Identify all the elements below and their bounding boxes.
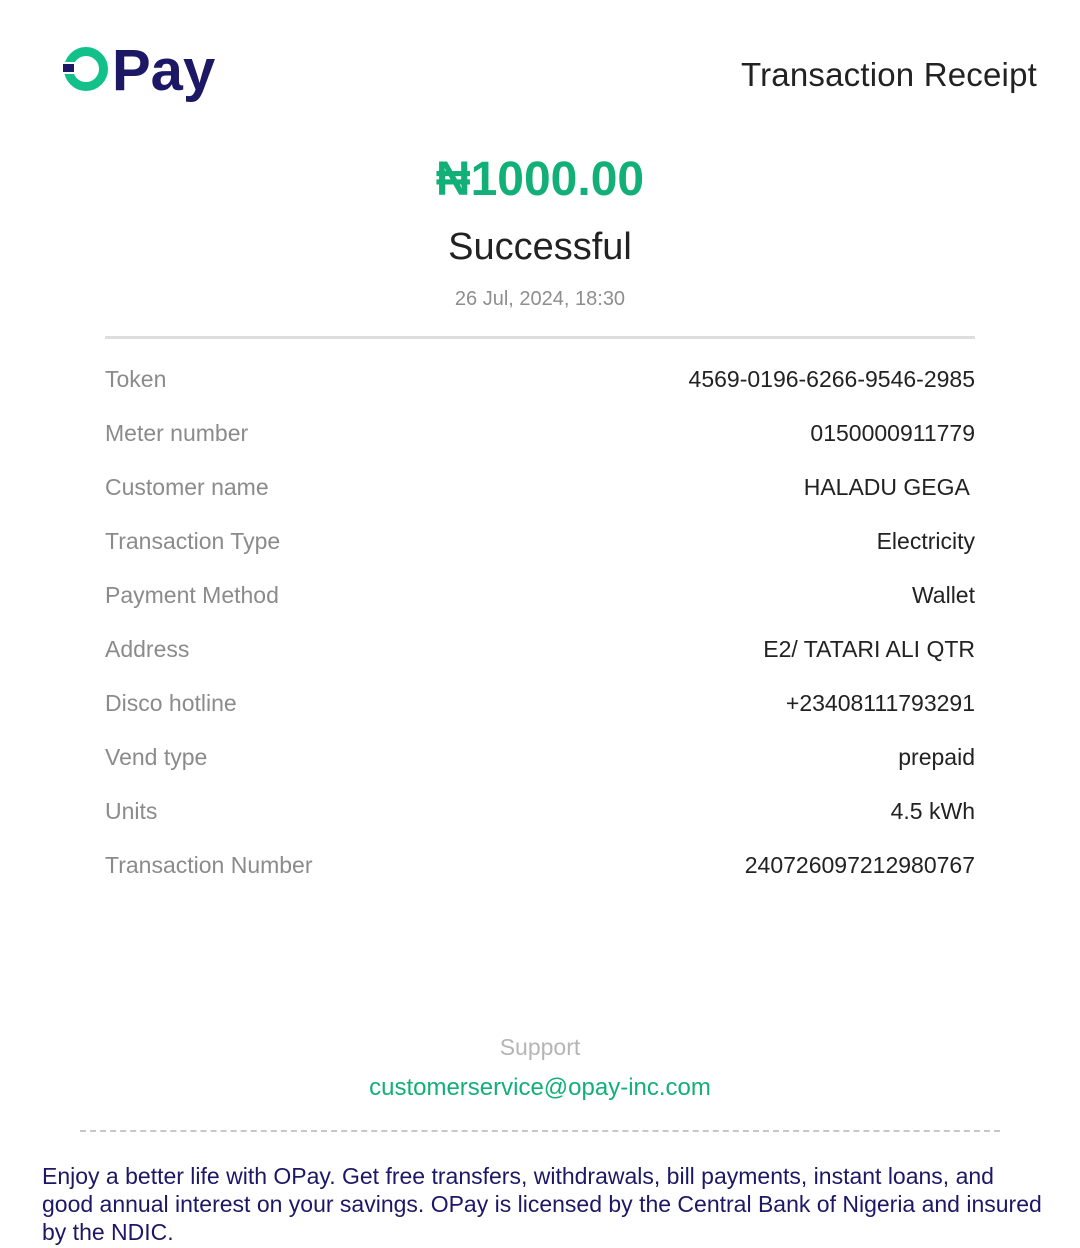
summary-divider	[105, 336, 975, 339]
detail-label: Vend type	[105, 743, 208, 770]
detail-label: Transaction Type	[105, 527, 281, 554]
detail-row-vend-type: Vend type prepaid	[105, 730, 975, 784]
detail-label: Payment Method	[105, 581, 279, 608]
detail-row-transaction-number: Transaction Number 240726097212980767	[105, 838, 975, 892]
opay-logo: Pay	[62, 38, 232, 106]
detail-label: Address	[105, 635, 190, 662]
detail-row-transaction-type: Transaction Type Electricity	[105, 514, 975, 568]
transaction-amount: ₦1000.00	[435, 153, 645, 206]
detail-row-address: Address E2/ TATARI ALI QTR	[105, 622, 975, 676]
detail-label: Token	[105, 365, 167, 392]
transaction-datetime: 26 Jul, 2024, 18:30	[454, 288, 626, 310]
detail-label: Customer name	[105, 473, 269, 500]
detail-value: prepaid	[898, 743, 975, 770]
detail-row-meter-number: Meter number 0150000911779	[105, 406, 975, 460]
detail-value: 4.5 kWh	[890, 797, 975, 824]
detail-row-customer-name: Customer name HALADU GEGA	[105, 460, 975, 514]
footer-divider	[80, 1130, 1000, 1132]
receipt-title: Transaction Receipt	[740, 56, 1037, 93]
footer-promo-text: Enjoy a better life with OPay. Get free …	[42, 1163, 1042, 1245]
detail-row-disco-hotline: Disco hotline +23408111793291	[105, 676, 975, 730]
detail-value: Wallet	[911, 581, 975, 608]
support-email-link[interactable]: customerservice@opay-inc.com	[0, 1074, 1080, 1102]
detail-value: E2/ TATARI ALI QTR	[763, 635, 975, 662]
transaction-details: Token 4569-0196-6266-9546-2985 Meter num…	[105, 352, 975, 892]
detail-value: 240726097212980767	[744, 851, 975, 878]
detail-value: 0150000911779	[810, 419, 975, 446]
support-label: Support	[499, 1034, 581, 1060]
detail-label: Units	[105, 797, 158, 824]
detail-row-token: Token 4569-0196-6266-9546-2985	[105, 352, 975, 406]
detail-value: +23408111793291	[785, 689, 975, 716]
detail-label: Disco hotline	[105, 689, 237, 716]
detail-label: Transaction Number	[105, 851, 313, 878]
detail-row-payment-method: Payment Method Wallet	[105, 568, 975, 622]
detail-value: 4569-0196-6266-9546-2985	[688, 365, 975, 392]
logo-wordmark: Pay	[112, 40, 215, 103]
transaction-status: Successful	[448, 226, 632, 268]
detail-row-units: Units 4.5 kWh	[105, 784, 975, 838]
detail-value: HALADU GEGA	[803, 473, 975, 500]
detail-value: Electricity	[876, 527, 975, 554]
detail-label: Meter number	[105, 419, 249, 446]
